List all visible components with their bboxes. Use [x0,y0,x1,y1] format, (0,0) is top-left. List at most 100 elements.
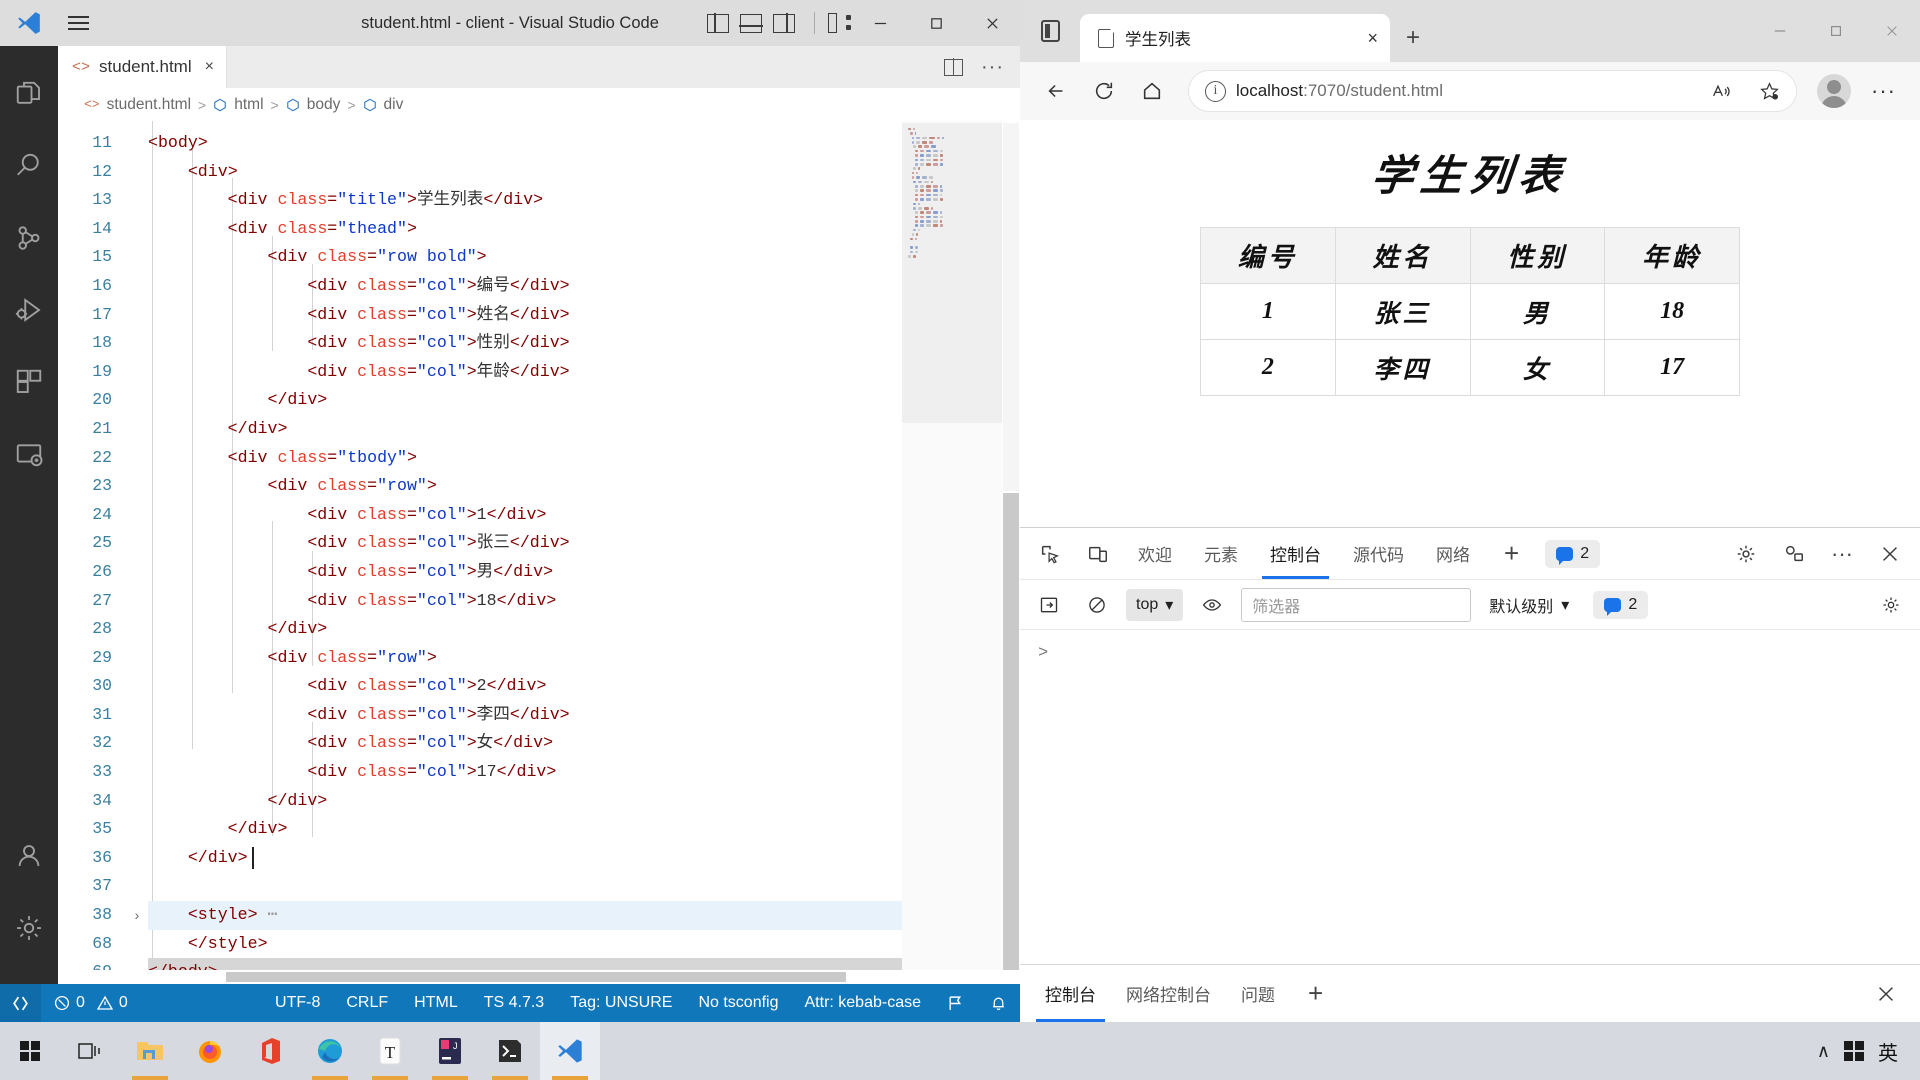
console-message-badge[interactable]: 2 [1593,590,1649,619]
devtools-tab-sources[interactable]: 源代码 [1339,529,1418,579]
toggle-secondary-sidebar-icon[interactable] [773,12,795,34]
browser-minimize-button[interactable] [1752,0,1808,62]
window-minimize-button[interactable] [852,0,908,46]
fold-gutter[interactable]: › [126,121,148,970]
breadcrumb-item-2[interactable]: body [307,96,341,114]
extensions-icon[interactable] [0,346,58,418]
code-line[interactable]: <div> [148,158,902,187]
problems-status[interactable]: 0 0 [41,984,141,1022]
code-line[interactable]: <div class="row"> [148,472,902,501]
add-favorite-icon[interactable] [1750,72,1788,110]
devtools-issues-badge[interactable]: 2 [1545,539,1601,568]
show-hidden-icons-caret[interactable]: ∧ [1817,1041,1830,1062]
breadcrumb-item-3[interactable]: div [384,96,404,114]
typora-icon[interactable]: T [360,1022,420,1080]
code-line[interactable]: </div> [148,815,902,844]
back-arrow-icon[interactable] [1034,69,1078,113]
toggle-panel-icon[interactable] [739,13,763,33]
drawer-close-icon[interactable] [1864,972,1908,1016]
browser-close-button[interactable] [1864,0,1920,62]
editor-horizontal-scrollbar[interactable] [58,970,1020,984]
code-line[interactable]: <div class="col">女</div> [148,729,902,758]
code-editor[interactable]: 11 12 13 14 15 16 17 18 19 20 21 22 23 24 25 26 27 28 29 30… [58,121,1020,970]
ime-mode-indicator[interactable]: 英 [1878,1037,1898,1066]
code-line[interactable]: <div class="col">18</div> [148,587,902,616]
console-filter-input[interactable]: 筛选器 [1241,587,1472,622]
editor-tab-close-icon[interactable]: × [205,58,214,76]
breadcrumb-item-1[interactable]: html [234,96,263,114]
intellij-idea-icon[interactable]: J [420,1022,480,1080]
task-view-icon[interactable] [60,1022,120,1080]
office-icon[interactable] [240,1022,300,1080]
code-line[interactable]: </body> [148,958,902,970]
code-line[interactable]: </div> [148,787,902,816]
browser-maximize-button[interactable] [1808,0,1864,62]
file-explorer-icon[interactable] [120,1022,180,1080]
tag-status[interactable]: Tag: UNSURE [557,984,685,1022]
encoding-status[interactable]: UTF-8 [262,984,333,1022]
code-line[interactable]: <div class="tbody"> [148,444,902,473]
code-line[interactable] [148,872,902,901]
code-line[interactable]: <div class="col">性别</div> [148,329,902,358]
code-line[interactable]: </div> [148,615,902,644]
vscode-menu-button[interactable] [58,16,98,30]
start-windows-icon[interactable] [0,1022,60,1080]
tsconfig-status[interactable]: No tsconfig [685,984,791,1022]
code-line[interactable]: <div class="col">17</div> [148,758,902,787]
console-output-area[interactable]: > [1020,630,1920,964]
toggle-primary-sidebar-icon[interactable] [707,12,729,34]
remote-window-icon[interactable] [0,984,41,1022]
drawer-tab-console[interactable]: 控制台 [1032,966,1109,1022]
fold-chevron-icon[interactable]: › [126,901,148,930]
browser-tab-close-icon[interactable]: × [1367,28,1378,49]
devtools-more-icon[interactable]: ··· [1820,532,1864,576]
browser-settings-more-icon[interactable]: ··· [1861,78,1906,104]
devtools-tab-welcome[interactable]: 欢迎 [1124,529,1186,579]
code-line[interactable]: </style> [148,930,902,959]
devtools-add-tab-button[interactable]: + [1488,538,1535,569]
run-debug-icon[interactable] [0,274,58,346]
window-close-button[interactable] [964,0,1020,46]
source-control-icon[interactable] [0,202,58,274]
devtools-settings-gear-icon[interactable] [1724,532,1768,576]
code-line[interactable]: <body> [148,129,902,158]
editor-minimap[interactable] [902,121,1002,970]
devtools-tab-network[interactable]: 网络 [1422,529,1484,579]
code-line[interactable]: </div> [148,415,902,444]
feedback-icon[interactable] [934,984,977,1022]
code-line[interactable]: <div class="title">学生列表</div> [148,186,902,215]
account-icon[interactable] [0,820,58,892]
devtools-tab-console[interactable]: 控制台 [1256,529,1335,579]
tab-actions-icon[interactable] [1020,0,1080,62]
home-icon[interactable] [1130,69,1174,113]
language-mode-status[interactable]: HTML [401,984,471,1022]
address-bar-url[interactable]: localhost:7070/student.html [1236,81,1692,101]
browser-tab-student-list[interactable]: 学生列表 × [1080,14,1390,62]
address-bar[interactable]: i localhost:7070/student.html [1188,70,1798,112]
read-aloud-icon[interactable] [1702,72,1740,110]
code-line[interactable]: <div class="row bold"> [148,243,902,272]
code-line[interactable]: <div class="col">姓名</div> [148,301,902,330]
console-context-selector[interactable]: top ▾ [1126,588,1184,621]
breadcrumb-item-0[interactable]: student.html [107,96,191,114]
code-line[interactable]: <div class="col">年龄</div> [148,358,902,387]
code-line[interactable]: <div class="col">男</div> [148,558,902,587]
code-content[interactable]: <body> <div> <div class="title">学生列表</di… [148,121,902,970]
reload-icon[interactable] [1082,69,1126,113]
clear-console-icon[interactable] [1078,586,1116,624]
console-sidebar-icon[interactable] [1030,586,1068,624]
site-info-icon[interactable]: i [1205,80,1226,102]
firefox-icon[interactable] [180,1022,240,1080]
editor-vertical-scrollbar[interactable] [1002,121,1020,970]
device-toolbar-icon[interactable] [1076,532,1120,576]
code-line[interactable]: <div class="col">1</div> [148,501,902,530]
code-line[interactable]: <div class="col">编号</div> [148,272,902,301]
explorer-icon[interactable] [0,58,58,130]
new-tab-button[interactable]: + [1390,14,1436,62]
settings-gear-icon[interactable] [0,892,58,964]
code-line[interactable]: <style> ⋯ [148,901,902,930]
windows-ime-icon[interactable] [1844,1041,1864,1061]
editor-actions-more-icon[interactable]: ··· [981,57,1004,77]
drawer-tab-network-console[interactable]: 网络控制台 [1113,966,1224,1022]
inspect-element-icon[interactable] [1028,532,1072,576]
